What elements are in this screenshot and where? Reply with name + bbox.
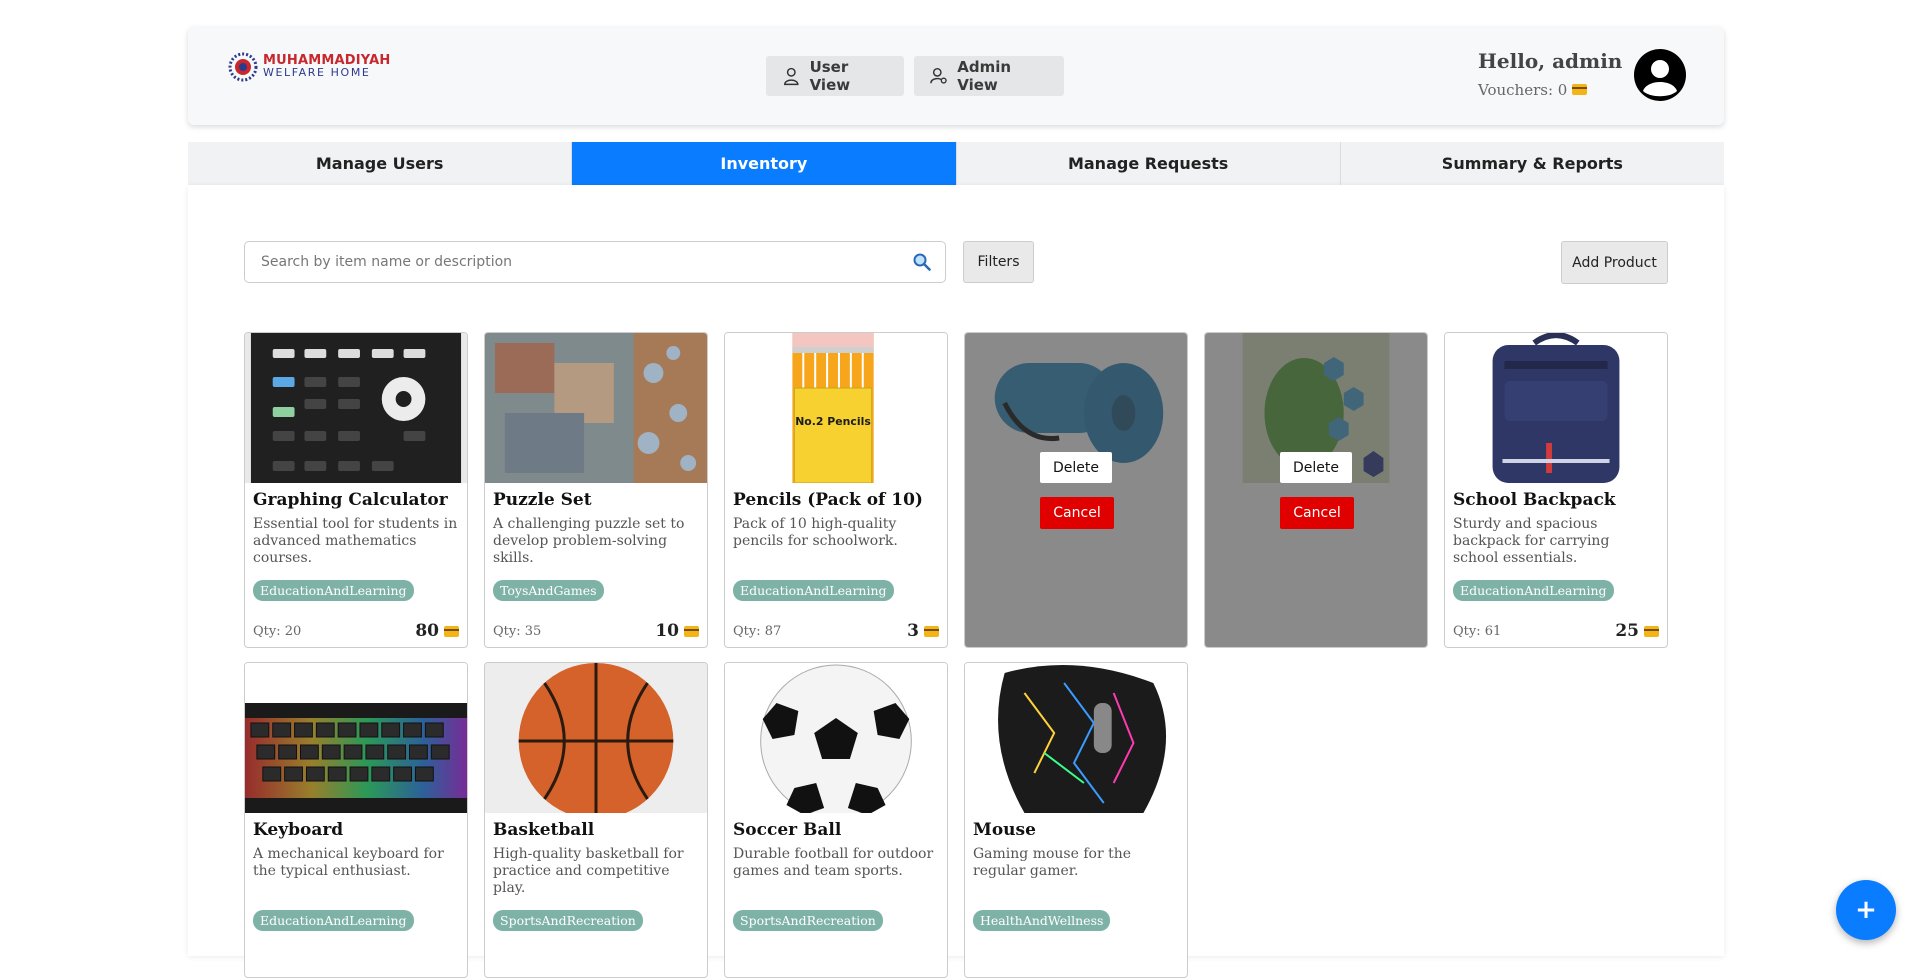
avatar-icon[interactable] xyxy=(1634,49,1686,101)
delete-button[interactable]: Delete xyxy=(1280,452,1352,483)
product-price: 80 xyxy=(415,621,459,641)
product-image-keyboard xyxy=(245,663,467,813)
logo-line2: WELFARE HOME xyxy=(263,66,371,79)
nav-tabs: Manage Users Inventory Manage Requests S… xyxy=(188,142,1724,185)
voucher-card-icon xyxy=(444,625,459,637)
product-description: A mechanical keyboard for the typical en… xyxy=(253,846,444,879)
product-card[interactable]: Mouse Gaming mouse for the regular gamer… xyxy=(964,662,1188,978)
delete-confirm-overlay: Delete Cancel xyxy=(965,333,1187,647)
voucher-card-icon xyxy=(1572,84,1588,95)
product-name: Basketball xyxy=(493,820,595,840)
product-card[interactable]: School Backpack Sturdy and spacious back… xyxy=(1444,332,1668,648)
product-image-pencils: No.2 Pencils xyxy=(725,333,947,483)
product-image-basketball xyxy=(485,663,707,813)
search-input[interactable] xyxy=(259,253,913,271)
admin-view-button[interactable]: Admin View xyxy=(914,56,1064,96)
voucher-card-icon xyxy=(1644,625,1659,637)
category-badge: ToysAndGames xyxy=(493,580,604,601)
cancel-button[interactable]: Cancel xyxy=(1280,497,1354,529)
app-header: MUHAMMADIYAH WELFARE HOME User View Admi… xyxy=(188,27,1724,125)
voucher-card-icon xyxy=(684,625,699,637)
tab-manage-requests[interactable]: Manage Requests xyxy=(957,142,1341,185)
product-name: School Backpack xyxy=(1453,490,1616,510)
category-badge: SportsAndRecreation xyxy=(493,910,643,931)
product-card[interactable]: Puzzle Set A challenging puzzle set to d… xyxy=(484,332,708,648)
category-badge: EducationAndLearning xyxy=(1453,580,1614,601)
product-name: Keyboard xyxy=(253,820,344,840)
add-product-button[interactable]: Add Product xyxy=(1561,241,1668,284)
product-card[interactable]: Graphing Calculator Essential tool for s… xyxy=(244,332,468,648)
filters-button[interactable]: Filters xyxy=(963,241,1034,283)
user-view-label: User View xyxy=(809,58,851,94)
product-qty: Qty: 20 xyxy=(253,623,302,639)
product-qty: Qty: 35 xyxy=(493,623,542,639)
product-price: 25 xyxy=(1615,621,1659,641)
greeting-text: Hello, admin xyxy=(1478,49,1623,73)
product-name: Soccer Ball xyxy=(733,820,842,840)
admin-view-label: Admin View xyxy=(957,58,1012,94)
product-image-calculator xyxy=(245,333,467,483)
category-badge: EducationAndLearning xyxy=(253,580,414,601)
pencil-box-label: No.2 Pencils xyxy=(795,415,871,428)
product-grid: Graphing Calculator Essential tool for s… xyxy=(244,332,1668,978)
product-card[interactable]: Basketball High-quality basketball for p… xyxy=(484,662,708,978)
product-card[interactable]: Soccer Ball Durable football for outdoor… xyxy=(724,662,948,978)
category-badge: EducationAndLearning xyxy=(253,910,414,931)
product-description: Sturdy and spacious backpack for carryin… xyxy=(1453,516,1610,566)
category-badge: SportsAndRecreation xyxy=(733,910,883,931)
add-fab-button[interactable]: + xyxy=(1836,880,1896,940)
product-name: Pencils (Pack of 10) xyxy=(733,490,923,510)
product-name: Puzzle Set xyxy=(493,490,592,510)
product-qty: Qty: 61 xyxy=(1453,623,1502,639)
voucher-card-icon xyxy=(924,625,939,637)
user-icon xyxy=(784,67,799,86)
search-icon[interactable] xyxy=(913,253,931,271)
product-name: Mouse xyxy=(973,820,1036,840)
inventory-panel: Filters Add Product xyxy=(188,185,1724,978)
cancel-button[interactable]: Cancel xyxy=(1040,497,1114,529)
product-card[interactable]: No.2 Pencils Pencils (Pack of 10) Pack o… xyxy=(724,332,948,648)
product-image-puzzle xyxy=(485,333,707,483)
tab-manage-users[interactable]: Manage Users xyxy=(188,142,573,185)
product-card-pending-delete[interactable]: Delete Cancel xyxy=(964,332,1188,648)
product-price: 3 xyxy=(907,621,939,641)
product-description: A challenging puzzle set to develop prob… xyxy=(493,516,685,566)
tab-summary-reports[interactable]: Summary & Reports xyxy=(1341,142,1724,185)
user-view-button[interactable]: User View xyxy=(766,56,904,96)
voucher-count: Vouchers: 0 xyxy=(1478,81,1658,99)
product-image-backpack xyxy=(1445,333,1667,483)
delete-confirm-overlay: Delete Cancel xyxy=(1205,333,1427,647)
category-badge: EducationAndLearning xyxy=(733,580,894,601)
user-cog-icon xyxy=(930,67,947,84)
product-description: Essential tool for students in advanced … xyxy=(253,516,458,566)
product-card-pending-delete[interactable]: Delete Cancel xyxy=(1204,332,1428,648)
product-description: Pack of 10 high-quality pencils for scho… xyxy=(733,516,898,549)
tab-inventory[interactable]: Inventory xyxy=(572,142,957,185)
category-badge: HealthAndWellness xyxy=(973,910,1111,931)
product-card[interactable]: Keyboard A mechanical keyboard for the t… xyxy=(244,662,468,978)
product-price: 10 xyxy=(655,621,699,641)
logo-emblem-icon xyxy=(228,52,258,82)
product-description: Gaming mouse for the regular gamer. xyxy=(973,846,1132,879)
product-name: Graphing Calculator xyxy=(253,490,448,510)
product-description: Durable football for outdoor games and t… xyxy=(733,846,934,879)
product-image-mouse xyxy=(965,663,1187,813)
product-description: High-quality basketball for practice and… xyxy=(493,846,684,896)
delete-button[interactable]: Delete xyxy=(1040,452,1112,483)
logo[interactable]: MUHAMMADIYAH WELFARE HOME xyxy=(228,52,391,82)
user-greeting: Hello, admin Vouchers: 0 xyxy=(1478,49,1658,99)
search-box xyxy=(244,241,946,283)
product-qty: Qty: 87 xyxy=(733,623,782,639)
product-image-soccer-ball xyxy=(725,663,947,813)
